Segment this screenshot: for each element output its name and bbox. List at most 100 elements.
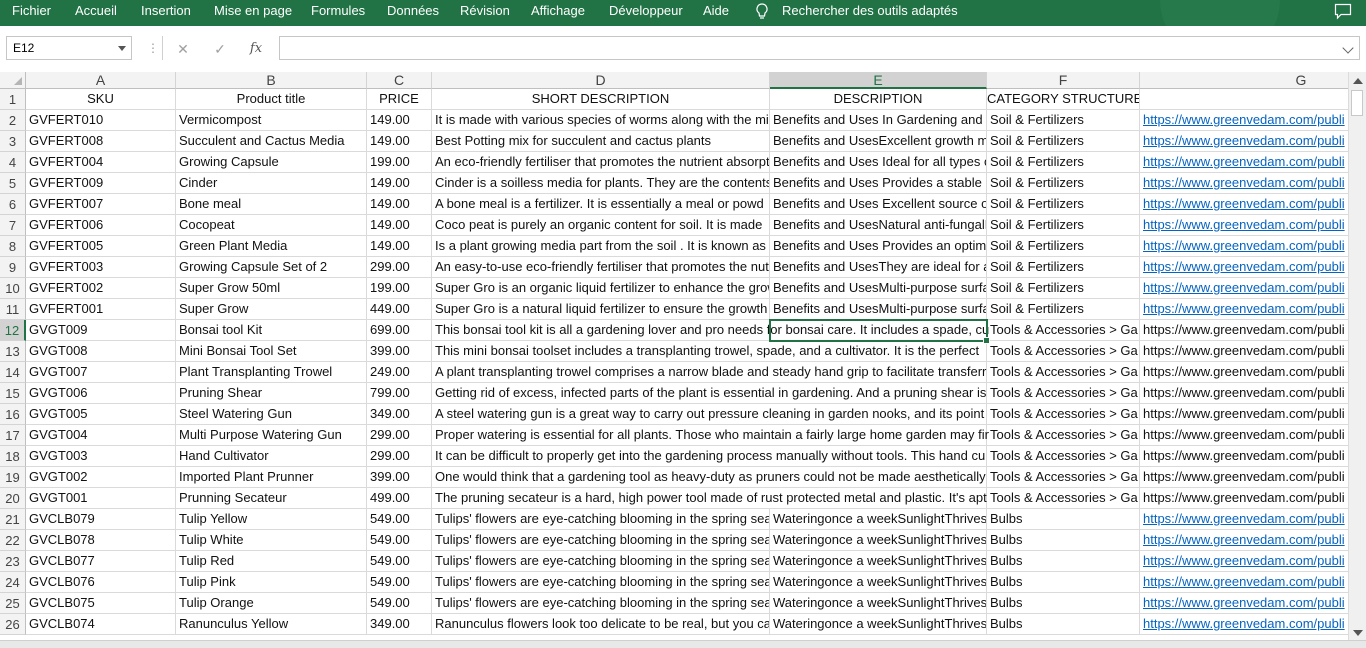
scroll-down-icon[interactable] (1353, 630, 1363, 636)
table-cell[interactable]: Getting rid of excess, infected parts of… (432, 383, 987, 404)
spreadsheet-grid[interactable]: A B C D E F G 1 SKU Product title PRICE SHORT DESCR… (0, 72, 1348, 640)
formula-input[interactable] (279, 36, 1360, 60)
row-header[interactable]: 13 (0, 341, 26, 362)
table-cell[interactable]: Benefits and UsesThey are ideal for a (770, 257, 987, 278)
table-cell[interactable]: Wateringonce a weekSunlightThrives (770, 572, 987, 593)
table-cell[interactable]: Tools & Accessories > Ga (987, 467, 1140, 488)
table-cell[interactable]: Benefits and UsesExcellent growth m (770, 131, 987, 152)
name-box-dropdown-icon[interactable] (118, 46, 126, 51)
table-cell[interactable]: Benefits and UsesMulti-purpose surfa (770, 299, 987, 320)
table-cell[interactable]: GVGT008 (26, 341, 176, 362)
table-cell[interactable]: Coco peat is purely an organic content f… (432, 215, 770, 236)
table-cell[interactable]: It can be difficult to properly get into… (432, 446, 987, 467)
table-cell[interactable]: Proper watering is essential for all pla… (432, 425, 989, 446)
table-cell[interactable]: Mini Bonsai Tool Set (176, 341, 367, 362)
table-cell[interactable]: GVGT006 (26, 383, 176, 404)
table-cell[interactable]: Wateringonce a weekSunlightThrives (770, 614, 987, 635)
table-cell[interactable]: https://www.greenvedam.com/publi (1140, 110, 1348, 131)
table-cell[interactable]: GVFERT010 (26, 110, 176, 131)
name-box[interactable]: E12 (6, 36, 132, 60)
table-cell[interactable]: An eco-friendly fertiliser that promotes… (432, 152, 770, 173)
table-cell[interactable]: https://www.greenvedam.com/publi (1140, 131, 1348, 152)
column-header-c[interactable]: C (367, 72, 432, 89)
table-cell[interactable]: Super Grow 50ml (176, 278, 367, 299)
table-cell[interactable]: The pruning secateur is a hard, high pow… (432, 488, 987, 509)
table-cell[interactable]: Benefits and Uses Excellent source o (770, 194, 987, 215)
row-header[interactable]: 18 (0, 446, 26, 467)
table-cell[interactable]: https://www.greenvedam.com/publi (1140, 152, 1348, 173)
row-header[interactable]: 16 (0, 404, 26, 425)
table-cell[interactable]: Bulbs (987, 614, 1140, 635)
table-cell[interactable]: Hand Cultivator (176, 446, 367, 467)
table-cell[interactable]: Cinder is a soilless media for plants. T… (432, 173, 770, 194)
select-all-corner[interactable] (0, 72, 26, 89)
table-cell[interactable]: GVGT002 (26, 467, 176, 488)
table-cell[interactable]: GVFERT001 (26, 299, 176, 320)
table-cell[interactable]: GVGT007 (26, 362, 176, 383)
table-cell[interactable]: GVGT003 (26, 446, 176, 467)
table-cell[interactable]: A plant transplanting trowel comprises a… (432, 362, 987, 383)
table-cell[interactable]: Green Plant Media (176, 236, 367, 257)
enter-icon[interactable]: ✓ (209, 38, 231, 60)
table-cell[interactable]: 249.00 (367, 362, 432, 383)
column-header-b[interactable]: B (176, 72, 367, 89)
table-cell[interactable]: https://www.greenvedam.com/publi (1140, 446, 1348, 467)
table-cell[interactable]: Tools & Accessories > Ga (987, 446, 1140, 467)
table-cell[interactable]: Soil & Fertilizers (987, 131, 1140, 152)
formula-bar-grip-icon[interactable]: ⋮ (147, 42, 159, 54)
row-header[interactable]: 5 (0, 173, 26, 194)
insert-function-icon[interactable]: fx (245, 38, 267, 60)
column-header-f[interactable]: F (987, 72, 1140, 89)
table-cell[interactable]: Tulip Red (176, 551, 367, 572)
table-cell[interactable]: Ranunculus Yellow (176, 614, 367, 635)
table-cell[interactable]: Best Potting mix for succulent and cactu… (432, 131, 770, 152)
table-cell[interactable]: 499.00 (367, 488, 432, 509)
table-cell[interactable]: https://www.greenvedam.com/publi (1140, 173, 1348, 194)
table-cell[interactable]: 549.00 (367, 530, 432, 551)
table-cell[interactable]: GVFERT003 (26, 257, 176, 278)
table-cell[interactable]: Tulip White (176, 530, 367, 551)
table-cell[interactable]: GVCLB077 (26, 551, 176, 572)
table-cell[interactable]: https://www.greenvedam.com/publi (1140, 551, 1348, 572)
table-cell[interactable]: https://www.greenvedam.com/publi (1140, 467, 1348, 488)
table-cell[interactable]: 699.00 (367, 320, 432, 341)
table-cell[interactable]: https://www.greenvedam.com/publi (1140, 362, 1348, 383)
table-cell[interactable]: A bone meal is a fertilizer. It is essen… (432, 194, 770, 215)
row-header[interactable]: 3 (0, 131, 26, 152)
row-header[interactable]: 1 (0, 89, 26, 110)
tab-insertion[interactable]: Insertion (141, 0, 191, 26)
table-cell[interactable]: Benefits and Uses Ideal for all types o (770, 152, 987, 173)
table-cell[interactable]: This mini bonsai toolset includes a tran… (432, 341, 987, 362)
table-cell[interactable]: Vermicompost (176, 110, 367, 131)
table-cell[interactable]: 349.00 (367, 614, 432, 635)
table-cell[interactable]: 299.00 (367, 446, 432, 467)
table-cell[interactable]: Tools & Accessories > Ga (987, 488, 1140, 509)
row-header[interactable]: 6 (0, 194, 26, 215)
row-header[interactable]: 23 (0, 551, 26, 572)
table-cell[interactable]: GVFERT006 (26, 215, 176, 236)
table-cell[interactable]: https://www.greenvedam.com/publi (1140, 194, 1348, 215)
table-cell[interactable]: https://www.greenvedam.com/publi (1140, 215, 1348, 236)
table-cell[interactable]: Benefits and UsesMulti-purpose surfa (770, 278, 987, 299)
table-cell[interactable]: 349.00 (367, 404, 432, 425)
tab-developpeur[interactable]: Développeur (609, 0, 683, 26)
header-cell[interactable]: SKU (26, 89, 176, 110)
table-cell[interactable]: Benefits and UsesNatural anti-fungalB (770, 215, 987, 236)
tab-affichage[interactable]: Affichage (531, 0, 585, 26)
table-cell[interactable]: Cinder (176, 173, 367, 194)
table-cell[interactable]: https://www.greenvedam.com/publi (1140, 530, 1348, 551)
table-cell[interactable]: Soil & Fertilizers (987, 215, 1140, 236)
table-cell[interactable]: 399.00 (367, 341, 432, 362)
table-cell[interactable]: Bonsai tool Kit (176, 320, 367, 341)
table-cell[interactable]: Tulips' flowers are eye-catching bloomin… (432, 572, 770, 593)
table-cell[interactable]: Benefits and Uses In Gardening and (770, 110, 987, 131)
table-cell[interactable]: GVFERT004 (26, 152, 176, 173)
table-cell[interactable]: Bulbs (987, 593, 1140, 614)
table-cell[interactable]: 149.00 (367, 236, 432, 257)
table-cell[interactable]: Soil & Fertilizers (987, 236, 1140, 257)
table-cell[interactable]: Wateringonce a weekSunlightThrives (770, 593, 987, 614)
table-cell[interactable]: Super Gro is a natural liquid fertilizer… (432, 299, 770, 320)
vertical-scrollbar[interactable] (1348, 72, 1366, 640)
table-cell[interactable]: GVGT005 (26, 404, 176, 425)
table-cell[interactable]: 399.00 (367, 467, 432, 488)
